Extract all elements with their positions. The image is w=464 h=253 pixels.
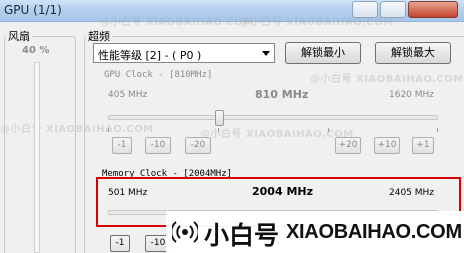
memory-step-minus-1-button[interactable]: -1 [110,235,130,252]
memory-clock-min: 501 MHz [108,188,148,198]
memory-clock-current: 2004 MHz [252,185,313,198]
fan-percent: 40 % [22,45,50,56]
gpu-clock-slider[interactable] [108,115,438,120]
fan-group [4,36,76,253]
performance-level-select[interactable]: 性能等级 [2] - ( P0 ) [93,43,275,63]
brand-name-en: XIAOBAIHAO.COM [286,221,462,243]
gpu-step-minus-20-button[interactable]: -20 [185,137,211,154]
unlock-max-button[interactable]: 解锁最大 [375,42,451,64]
fan-group-label: 风扇 [6,28,32,44]
chevron-down-icon [262,51,270,56]
gpu-step-minus-1-button[interactable]: -1 [112,137,132,154]
fan-speed-slider[interactable] [34,62,40,253]
window-title: GPU (1/1) [4,3,62,17]
gpu-clock-ticks [108,128,438,132]
gpu-clock-label: GPU Clock - [810MHz] [104,70,213,80]
gpu-step-plus-1-button[interactable]: +1 [412,137,434,154]
brand-overlay: 小白号 XIAOBAIHAO.COM [166,211,464,253]
watermark: @小白号 XIAOBAIHAO.COM [100,17,254,28]
gpu-step-plus-10-button[interactable]: +10 [374,137,400,154]
performance-level-value: 性能等级 [2] - ( P0 ) [98,49,202,62]
gpu-clock-min: 405 MHz [108,90,148,100]
gpu-step-plus-20-button[interactable]: +20 [335,137,361,154]
gpu-step-minus-10-button[interactable]: -10 [145,137,171,154]
gpu-clock-max: 1620 MHz [389,90,435,100]
close-button[interactable] [408,1,458,18]
overclock-group-label: 超频 [86,28,112,44]
broadcast-icon [172,221,198,243]
gpu-clock-current: 810 MHz [255,88,309,101]
memory-clock-max: 2405 MHz [389,188,435,198]
brand-name-cn: 小白号 [204,221,280,250]
unlock-min-button[interactable]: 解锁最小 [285,42,361,64]
gpu-clock-slider-thumb[interactable] [215,110,224,126]
watermark: @小白号 XIAOBAIHAO.COM [240,17,394,28]
